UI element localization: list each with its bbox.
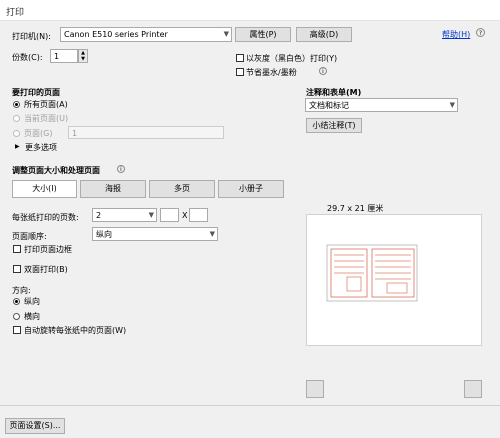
chevron-down-icon: ▼ (449, 101, 455, 109)
duplex-label: 双面打印(B) (24, 265, 68, 274)
expand-arrow-icon[interactable]: ▶ (15, 143, 20, 150)
sizing-heading: 调整页面大小和处理页面 (12, 166, 100, 175)
page-order-select[interactable]: 纵向 ▼ (92, 227, 218, 241)
comments-heading: 注释和表单(M) (306, 88, 362, 97)
tab-poster[interactable]: 海报 (80, 180, 146, 198)
window-title: 打印 (6, 8, 25, 18)
comments-select-value: 文档和标记 (309, 101, 349, 110)
page-range-value: 1 (72, 129, 78, 138)
printer-select[interactable]: Canon E510 series Printer ▼ (60, 27, 232, 42)
chevron-down-icon: ▼ (223, 30, 229, 38)
all-pages-label: 所有页面(A) (24, 100, 68, 109)
grayscale-checkbox[interactable] (236, 54, 244, 62)
printer-select-value: Canon E510 series Printer (64, 30, 168, 39)
info-icon[interactable]: i (319, 67, 327, 75)
save-ink-checkbox[interactable] (236, 68, 244, 76)
page-order-label: 页面顺序: (12, 232, 47, 241)
auto-rotate-checkbox[interactable] (13, 326, 21, 334)
paper-size-label: 29.7 x 21 厘米 (327, 204, 384, 213)
copies-input[interactable]: 1 (50, 49, 78, 63)
advanced-button[interactable]: 高级(D) (296, 27, 352, 42)
info-icon[interactable]: i (117, 165, 125, 173)
rows-input[interactable] (189, 208, 208, 222)
next-page-button[interactable] (464, 380, 482, 398)
tab-multiple[interactable]: 多页 (149, 180, 215, 198)
printer-label: 打印机(N): (12, 32, 51, 41)
chevron-down-icon: ▼ (209, 230, 215, 238)
chevron-down-icon: ▼ (148, 211, 154, 219)
preview-page-image (326, 244, 418, 302)
print-border-checkbox[interactable] (13, 245, 21, 253)
portrait-label: 纵向 (24, 297, 40, 306)
current-page-radio[interactable] (13, 115, 20, 122)
tab-booklet[interactable]: 小册子 (218, 180, 284, 198)
pages-per-sheet-value: 2 (96, 211, 102, 220)
page-order-value: 纵向 (96, 230, 112, 239)
x-label: X (182, 211, 188, 220)
page-range-radio[interactable] (13, 130, 20, 137)
landscape-radio[interactable] (13, 313, 20, 320)
copies-value: 1 (54, 52, 60, 61)
landscape-label: 横向 (24, 312, 40, 321)
pages-per-sheet-label: 每张纸打印的页数: (12, 213, 79, 222)
orientation-heading: 方向: (12, 286, 31, 295)
print-border-label: 打印页面边框 (24, 245, 72, 254)
footer-divider (0, 405, 500, 406)
portrait-radio[interactable] (13, 298, 20, 305)
save-ink-label: 节省墨水/墨粉 (246, 68, 297, 77)
comments-select[interactable]: 文档和标记 ▼ (305, 98, 458, 112)
tab-size[interactable]: 大小(I) (12, 180, 77, 198)
page-setup-button[interactable]: 页面设置(S)... (5, 418, 65, 434)
copies-label: 份数(C): (12, 53, 43, 62)
copies-spinner[interactable]: ▲ ▼ (78, 49, 88, 63)
current-page-label: 当前页面(U) (24, 114, 69, 123)
pages-per-sheet-select[interactable]: 2 ▼ (92, 208, 157, 222)
previous-page-button[interactable] (306, 380, 324, 398)
print-preview (306, 214, 482, 346)
summarize-comments-button[interactable]: 小结注释(T) (306, 118, 362, 133)
columns-input[interactable] (160, 208, 179, 222)
page-range-label: 页面(G) (24, 129, 53, 138)
all-pages-radio[interactable] (13, 101, 20, 108)
title-bar: 打印 (0, 0, 500, 21)
help-link[interactable]: 帮助(H) (442, 29, 470, 40)
properties-button[interactable]: 属性(P) (235, 27, 291, 42)
pages-to-print-heading: 要打印的页面 (12, 88, 60, 97)
more-options-label[interactable]: 更多选项 (25, 142, 57, 153)
duplex-checkbox[interactable] (13, 265, 21, 273)
auto-rotate-label: 自动旋转每张纸中的页面(W) (24, 326, 127, 335)
grayscale-label: 以灰度（黑白色）打印(Y) (246, 54, 338, 63)
help-icon[interactable]: ? (476, 28, 485, 37)
page-range-input[interactable]: 1 (68, 126, 224, 139)
